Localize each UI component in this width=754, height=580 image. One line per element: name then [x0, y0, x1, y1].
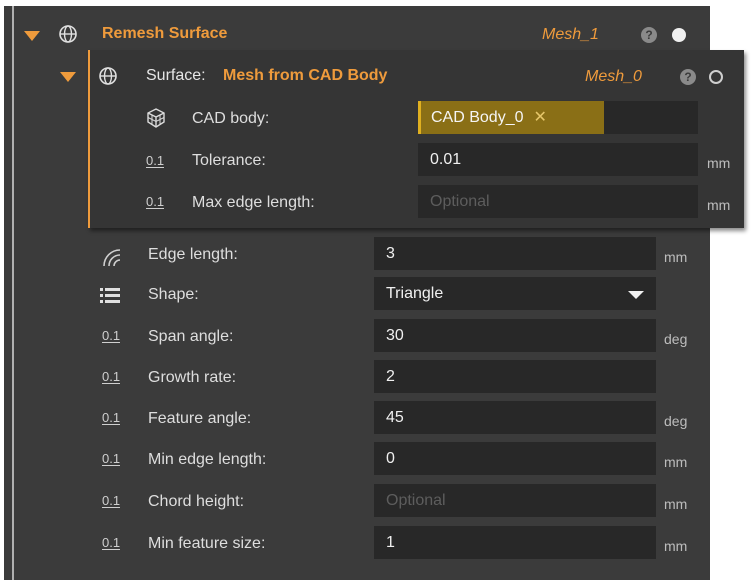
subpanel-accent-line	[88, 50, 90, 228]
help-icon[interactable]: ?	[680, 69, 696, 85]
chevron-down-icon[interactable]	[628, 291, 644, 299]
chord-height-input[interactable]: Optional	[374, 484, 656, 517]
collapse-caret-icon[interactable]	[24, 31, 40, 41]
span-angle-label: Span angle:	[148, 328, 234, 345]
min-feature-size-label: Min feature size:	[148, 535, 266, 552]
decimal-icon: 0.1	[102, 410, 121, 425]
surface-value: Mesh from CAD Body	[223, 67, 388, 84]
surface-subpanel: Surface: Mesh from CAD Body Mesh_0 ? CAD…	[60, 50, 744, 228]
cad-body-field[interactable]: CAD Body_0 ✕	[418, 101, 698, 134]
list-icon	[100, 288, 120, 303]
chord-height-unit: mm	[664, 496, 688, 512]
help-icon[interactable]: ?	[641, 27, 657, 43]
growth-rate-input[interactable]: 2	[374, 360, 656, 393]
globe-icon	[59, 25, 77, 43]
decimal-icon: 0.1	[146, 194, 165, 209]
span-angle-unit: deg	[664, 331, 688, 347]
edge-length-input[interactable]: 3	[374, 237, 656, 270]
tolerance-label: Tolerance:	[192, 152, 266, 169]
cad-body-tag-label: CAD Body_0	[431, 109, 524, 126]
close-icon[interactable]: ✕	[534, 109, 547, 126]
min-edge-length-input[interactable]: 0	[374, 442, 656, 475]
node-title: Remesh Surface	[102, 25, 228, 42]
mesh-name-label: Mesh_0	[585, 68, 642, 85]
edge-length-icon	[103, 249, 121, 267]
min-feature-size-unit: mm	[664, 538, 688, 554]
feature-angle-label: Feature angle:	[148, 410, 252, 427]
max-edge-length-input[interactable]: Optional	[418, 185, 698, 218]
status-dot-icon[interactable]	[709, 70, 723, 84]
feature-angle-unit: deg	[664, 413, 688, 429]
panel-accent-line	[12, 6, 14, 580]
decimal-icon: 0.1	[146, 153, 165, 168]
shape-select[interactable]: Triangle	[374, 277, 656, 310]
status-dot-icon[interactable]	[672, 28, 686, 42]
edge-length-label: Edge length:	[148, 246, 238, 263]
cube-icon	[147, 108, 165, 128]
globe-icon	[99, 67, 117, 85]
max-edge-length-unit: mm	[707, 197, 731, 213]
decimal-icon: 0.1	[102, 451, 121, 466]
edge-length-unit: mm	[664, 249, 688, 265]
cad-body-label: CAD body:	[192, 110, 270, 127]
collapse-caret-icon[interactable]	[60, 72, 76, 82]
decimal-icon: 0.1	[102, 535, 121, 550]
growth-rate-label: Growth rate:	[148, 369, 237, 386]
tolerance-unit: mm	[707, 155, 731, 171]
decimal-icon: 0.1	[102, 328, 121, 343]
decimal-icon: 0.1	[102, 493, 121, 508]
span-angle-input[interactable]: 30	[374, 319, 656, 352]
feature-angle-input[interactable]: 45	[374, 401, 656, 434]
tolerance-input[interactable]: 0.01	[418, 143, 698, 176]
cad-body-tag[interactable]: CAD Body_0 ✕	[418, 101, 604, 134]
min-edge-length-label: Min edge length:	[148, 451, 267, 468]
shape-label: Shape:	[148, 286, 199, 303]
min-edge-length-unit: mm	[664, 454, 688, 470]
decimal-icon: 0.1	[102, 369, 121, 384]
surface-label: Surface:	[146, 67, 206, 84]
mesh-name-label: Mesh_1	[542, 26, 599, 43]
max-edge-length-label: Max edge length:	[192, 194, 315, 211]
min-feature-size-input[interactable]: 1	[374, 526, 656, 559]
chord-height-label: Chord height:	[148, 493, 245, 510]
shape-value: Triangle	[386, 285, 444, 302]
